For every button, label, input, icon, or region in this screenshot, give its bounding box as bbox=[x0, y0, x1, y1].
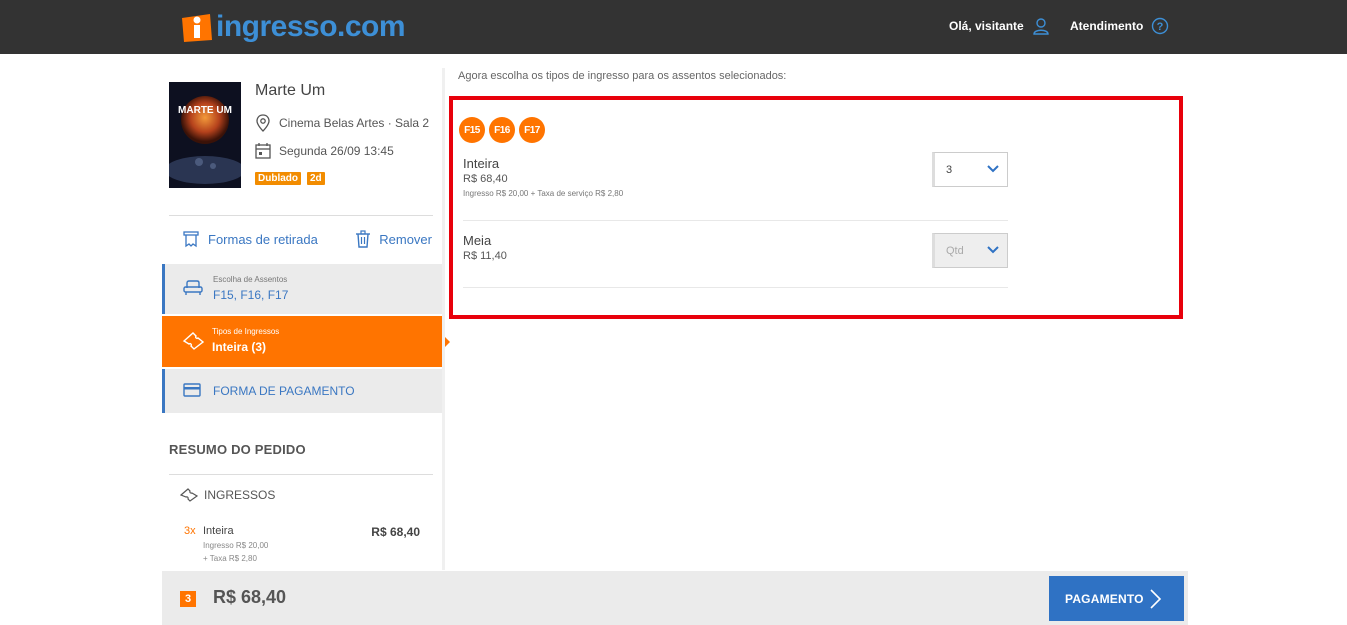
checkout-footer: 3 R$ 68,40 PAGAMENTO bbox=[162, 571, 1188, 625]
cinema-text: Cinema Belas Artes · Sala 2 bbox=[279, 116, 430, 130]
ticket-icon bbox=[182, 332, 204, 350]
select-value: 3 bbox=[946, 163, 953, 176]
top-bar: ingresso.com Olá, visitante Atendimento … bbox=[0, 0, 1347, 54]
quantity-select-inteira[interactable]: 3 bbox=[932, 152, 1008, 187]
line-name: Inteira bbox=[203, 525, 234, 537]
ticket-icon bbox=[180, 488, 198, 502]
step-value: FORMA DE PAGAMENTO bbox=[213, 384, 355, 398]
line-price: R$ 68,40 bbox=[371, 525, 420, 539]
user-icon bbox=[1033, 18, 1049, 35]
step-seat-selection[interactable]: Escolha de Assentos F15, F16, F17 bbox=[162, 264, 442, 314]
ticket-pickup-icon bbox=[183, 231, 199, 248]
step-ticket-types[interactable]: Tipos de Ingressos Inteira (3) bbox=[162, 316, 450, 367]
movie-badges: Dublado 2d bbox=[255, 172, 325, 185]
chevron-down-icon bbox=[987, 246, 999, 254]
ticket-type-price: R$ 68,40 bbox=[463, 173, 508, 185]
seat-badge: F16 bbox=[489, 117, 515, 143]
chevron-down-icon bbox=[987, 165, 999, 173]
order-total: R$ 68,40 bbox=[213, 587, 287, 607]
divider bbox=[169, 474, 433, 475]
summary-tickets-header: INGRESSOS bbox=[180, 488, 275, 502]
support-text: Atendimento bbox=[1070, 19, 1144, 33]
line-ticket-price: Ingresso R$ 20,00 bbox=[203, 541, 269, 550]
step-label: Tipos de Ingressos bbox=[212, 327, 280, 336]
location-icon bbox=[256, 114, 270, 132]
selected-seats: F15 F16 F17 bbox=[459, 117, 545, 143]
step-value: Inteira (3) bbox=[212, 340, 267, 354]
calendar-icon bbox=[255, 143, 271, 159]
payment-button-label: PAGAMENTO bbox=[1065, 591, 1144, 606]
ticket-type-panel: F15 F16 F17 Inteira R$ 68,40 Ingresso R$… bbox=[449, 96, 1183, 319]
chevron-right-icon bbox=[1150, 589, 1162, 609]
greeting-text: Olá, visitante bbox=[949, 19, 1024, 33]
sidebar: MARTE UM Marte Um Cinema Belas Artes · S… bbox=[162, 54, 450, 570]
ticket-count-badge: 3 bbox=[180, 591, 196, 607]
quantity-select-meia[interactable]: Qtd bbox=[932, 233, 1008, 268]
column-divider bbox=[442, 68, 445, 570]
ticket-type-name: Meia bbox=[463, 233, 492, 248]
ticket-type-detail: Ingresso R$ 20,00 + Taxa de serviço R$ 2… bbox=[463, 189, 624, 198]
row-separator bbox=[463, 220, 1008, 221]
seat-icon bbox=[183, 280, 203, 295]
step-value: F15, F16, F17 bbox=[213, 288, 289, 302]
poster-title: MARTE UM bbox=[178, 105, 232, 116]
movie-date: Segunda 26/09 13:45 bbox=[255, 142, 394, 159]
movie-poster: MARTE UM bbox=[169, 82, 241, 188]
step-payment-method[interactable]: FORMA DE PAGAMENTO bbox=[162, 369, 442, 413]
help-icon: ? bbox=[1152, 17, 1169, 35]
remove-label: Remover bbox=[379, 231, 432, 247]
payment-button[interactable]: PAGAMENTO bbox=[1049, 576, 1184, 621]
tickets-section-label: INGRESSOS bbox=[204, 488, 276, 502]
remove-link[interactable]: Remover bbox=[355, 230, 432, 248]
credit-card-icon bbox=[183, 383, 201, 397]
logo-text: ingresso.com bbox=[216, 10, 406, 43]
logo-icon bbox=[180, 10, 214, 44]
support-link[interactable]: Atendimento ? bbox=[1070, 17, 1169, 35]
divider bbox=[169, 215, 433, 216]
date-text: Segunda 26/09 13:45 bbox=[279, 143, 394, 158]
ticket-type-price: R$ 11,40 bbox=[463, 250, 507, 262]
movie-actions: Formas de retirada Remover bbox=[182, 230, 432, 248]
pickup-label: Formas de retirada bbox=[208, 231, 318, 247]
logo[interactable]: ingresso.com bbox=[180, 10, 406, 44]
movie-title: Marte Um bbox=[255, 82, 326, 99]
seat-badge: F15 bbox=[459, 117, 485, 143]
badge-dubbed: Dublado bbox=[255, 172, 301, 185]
ticket-type-name: Inteira bbox=[463, 156, 500, 171]
line-quantity: 3x bbox=[184, 525, 196, 537]
svg-text:?: ? bbox=[1157, 21, 1164, 33]
badge-format: 2d bbox=[307, 172, 325, 185]
movie-cinema: Cinema Belas Artes · Sala 2 bbox=[255, 114, 429, 132]
select-placeholder: Qtd bbox=[946, 244, 964, 257]
trash-icon bbox=[356, 230, 371, 248]
order-summary-title: RESUMO DO PEDIDO bbox=[169, 442, 306, 457]
line-fee: + Taxa R$ 2,80 bbox=[203, 554, 257, 563]
seat-badge: F17 bbox=[519, 117, 545, 143]
instruction-text: Agora escolha os tipos de ingresso para … bbox=[458, 70, 787, 82]
pickup-options-link[interactable]: Formas de retirada bbox=[182, 230, 318, 248]
movie-info: MARTE UM Marte Um Cinema Belas Artes · S… bbox=[169, 82, 435, 192]
user-menu[interactable]: Olá, visitante bbox=[949, 17, 1050, 35]
row-separator bbox=[463, 287, 1008, 288]
step-label: Escolha de Assentos bbox=[213, 275, 288, 284]
